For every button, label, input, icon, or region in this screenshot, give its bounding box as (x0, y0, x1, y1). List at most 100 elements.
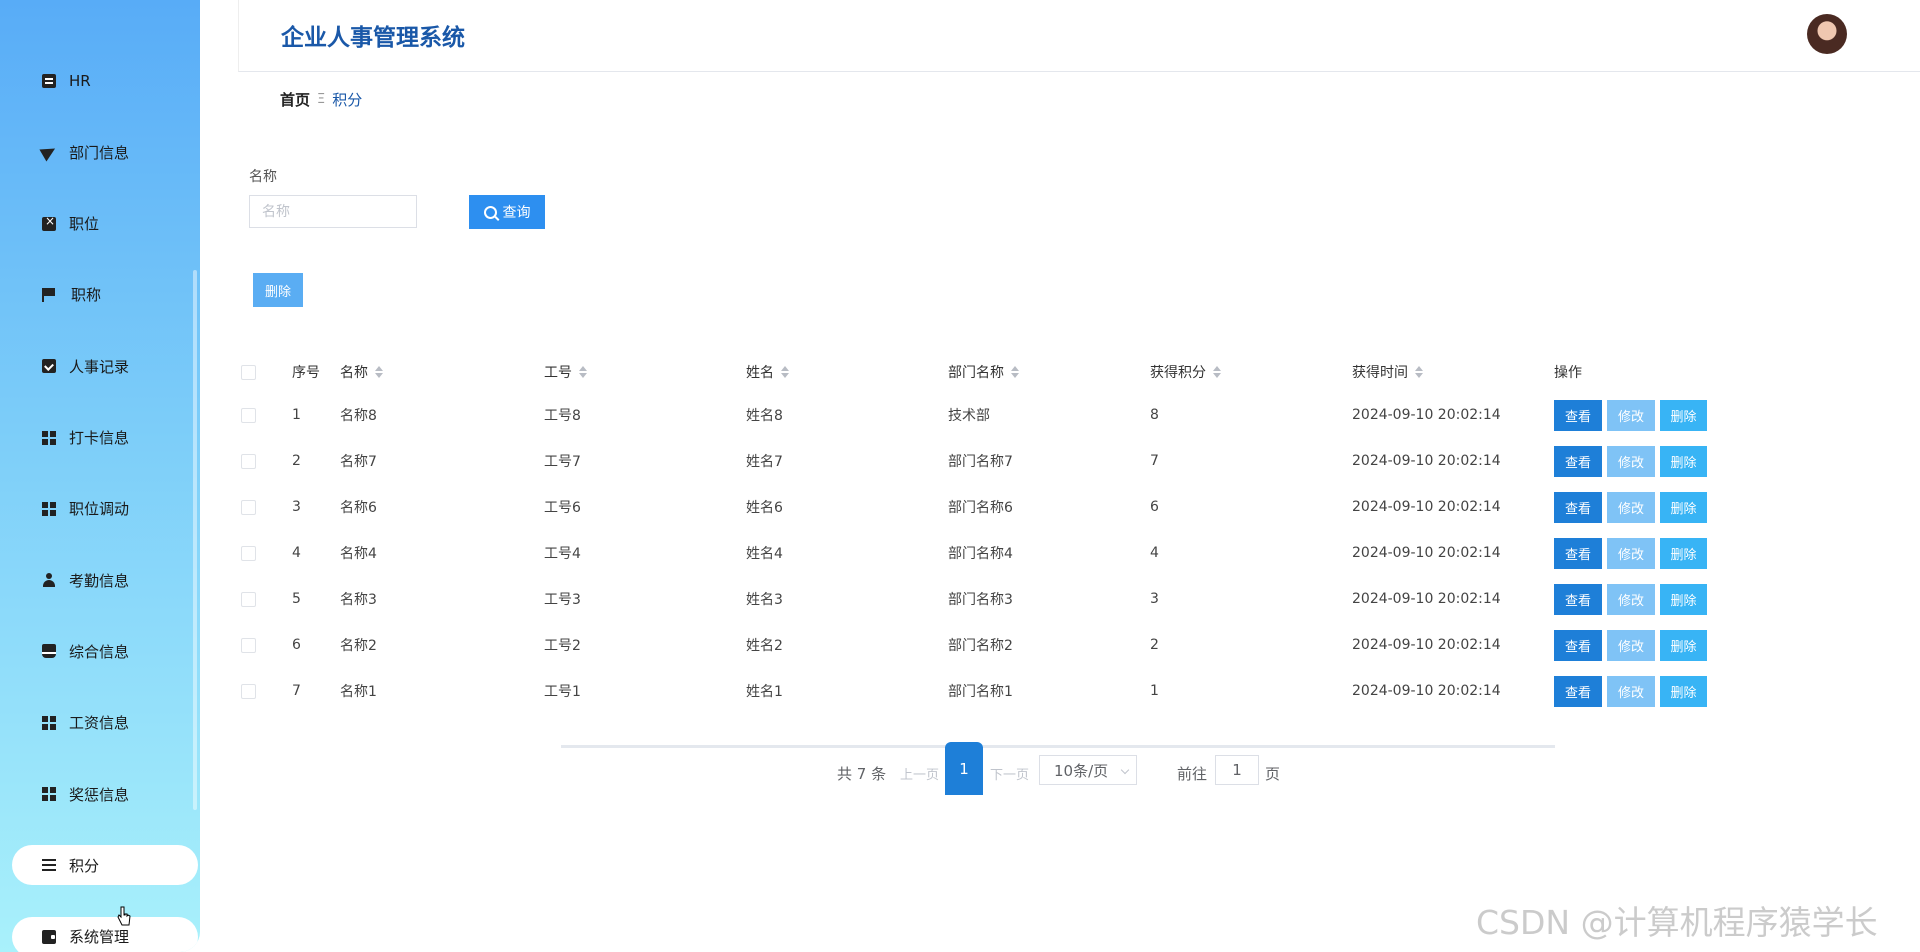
cell-person: 姓名6 (746, 500, 783, 516)
cell-points: 1 (1150, 683, 1159, 699)
view-button[interactable]: 查看 (1554, 399, 1602, 431)
pagination-page-current[interactable]: 1 (945, 742, 983, 795)
cell-index: 7 (292, 683, 301, 699)
sidebar-item-label: 人事记录 (69, 357, 130, 376)
row-checkbox[interactable] (241, 453, 256, 469)
cell-job-no: 工号6 (544, 500, 581, 516)
edit-button[interactable]: 修改 (1607, 675, 1655, 707)
table-row: 2 名称7 工号7 姓名7 部门名称7 7 2024-09-10 20:02:14 查看 修改删… (241, 438, 1741, 484)
cell-points: 4 (1150, 545, 1159, 561)
edit-button[interactable]: 修改 (1607, 583, 1655, 615)
sort-icon[interactable] (781, 366, 789, 378)
sidebar-item[interactable]: 综合信息 (12, 631, 198, 671)
select-all-checkbox[interactable] (241, 364, 256, 380)
goto-page-input[interactable]: 1 (1215, 755, 1259, 785)
cell-dept: 部门名称1 (948, 684, 1013, 700)
view-button[interactable]: 查看 (1554, 491, 1602, 523)
delete-button[interactable]: 删除 (1660, 583, 1707, 615)
goto-page-suffix: 页 (1265, 765, 1281, 783)
edit-button[interactable]: 修改 (1607, 399, 1655, 431)
query-button-label: 查询 (502, 205, 531, 221)
header-time[interactable]: 获得时间 (1352, 352, 1423, 392)
edit-button[interactable]: 修改 (1607, 537, 1655, 569)
sidebar-item[interactable]: 职位调动 (12, 489, 198, 529)
view-button[interactable]: 查看 (1554, 583, 1602, 615)
page-size-select[interactable]: 10条/页 (1039, 755, 1137, 785)
sidebar-item[interactable]: HR (12, 61, 198, 101)
header-job-no[interactable]: 工号 (544, 352, 587, 392)
sidebar-item-label: 职位调动 (69, 500, 130, 519)
delete-button[interactable]: 删除 (1660, 491, 1707, 523)
view-button[interactable]: 查看 (1554, 629, 1602, 661)
cell-person: 姓名1 (746, 684, 783, 700)
cell-person: 姓名8 (746, 408, 783, 424)
view-button[interactable]: 查看 (1554, 537, 1602, 569)
sort-icon[interactable] (579, 366, 587, 378)
row-checkbox[interactable] (241, 683, 256, 699)
sidebar-item[interactable]: 职位 (12, 204, 198, 244)
breadcrumb-separator-icon: Ξ (317, 92, 326, 107)
header-points-label: 获得积分 (1150, 365, 1206, 381)
sidebar-item-label: 打卡信息 (69, 429, 130, 447)
sidebar-item[interactable]: 积分 (12, 845, 198, 886)
sidebar-item[interactable]: 打卡信息 (12, 418, 198, 458)
cell-time: 2024-09-10 20:02:14 (1352, 453, 1501, 469)
search-label: 名称 (249, 169, 277, 185)
sidebar-item[interactable]: 部门信息 (12, 132, 198, 172)
cell-index: 4 (292, 545, 301, 561)
goto-label: 前往 (1177, 765, 1208, 783)
top-header: 企业人事管理系统 (238, 0, 1920, 72)
cell-dept: 部门名称3 (948, 592, 1013, 608)
view-button[interactable]: 查看 (1554, 675, 1602, 707)
sidebar-item-label: 工资信息 (69, 714, 130, 733)
cell-ops: 查看 修改 删除 (1554, 622, 1712, 668)
header-name[interactable]: 名称 (340, 352, 383, 392)
delete-button[interactable]: 删除 (1660, 445, 1707, 477)
cell-name: 名称1 (340, 684, 377, 700)
row-checkbox[interactable] (241, 545, 256, 561)
clipboard-check-icon (42, 359, 56, 374)
sort-icon[interactable] (375, 366, 383, 378)
inbox-icon (42, 644, 56, 659)
pagination-prev-button[interactable]: 上一页 (900, 764, 939, 783)
batch-delete-button[interactable]: 删除 (253, 273, 303, 307)
table-row: 3 名称6 工号6 姓名6 部门名称6 6 2024-09-10 20:02:14 查看 修改删… (241, 484, 1741, 530)
header-dept[interactable]: 部门名称 (948, 352, 1019, 392)
delete-button[interactable]: 删除 (1660, 537, 1707, 569)
sidebar-scrollbar[interactable] (193, 270, 197, 810)
sort-icon[interactable] (1011, 366, 1019, 378)
sidebar-item-label: HR (69, 72, 91, 90)
header-dept-label: 部门名称 (948, 365, 1004, 381)
delete-button[interactable]: 删除 (1660, 675, 1707, 707)
row-checkbox[interactable] (241, 591, 256, 607)
sidebar-item[interactable]: 工资信息 (12, 703, 198, 743)
delete-button[interactable]: 删除 (1660, 399, 1707, 431)
sidebar-item[interactable]: 职称 (12, 275, 198, 315)
table-body: 1 名称8 工号8 姓名8 技术部 8 2024-09-10 20:02:14 查看 修改 删除 2… (241, 392, 1741, 714)
delete-button[interactable]: 删除 (1660, 629, 1707, 661)
edit-button[interactable]: 修改 (1607, 629, 1655, 661)
cell-time: 2024-09-10 20:02:14 (1352, 545, 1501, 561)
sidebar-item[interactable]: 考勤信息 (12, 560, 198, 600)
user-avatar[interactable] (1807, 14, 1847, 54)
cell-index: 5 (292, 591, 301, 607)
user-icon (42, 573, 56, 588)
breadcrumb-home[interactable]: 首页 (280, 89, 310, 110)
sort-icon[interactable] (1415, 366, 1423, 378)
sidebar-item[interactable]: 系统管理 (12, 916, 198, 952)
search-input[interactable] (249, 195, 417, 228)
row-checkbox[interactable] (241, 499, 256, 515)
header-points[interactable]: 获得积分 (1150, 352, 1221, 392)
sidebar-item[interactable]: 人事记录 (12, 346, 198, 386)
sort-icon[interactable] (1213, 366, 1221, 378)
pagination-next-button[interactable]: 下一页 (990, 764, 1029, 783)
row-checkbox[interactable] (241, 637, 256, 653)
query-button[interactable]: 查询 (469, 195, 545, 229)
edit-button[interactable]: 修改 (1607, 445, 1655, 477)
row-checkbox[interactable] (241, 407, 256, 423)
grid-icon (42, 501, 56, 516)
edit-button[interactable]: 修改 (1607, 491, 1655, 523)
header-person[interactable]: 姓名 (746, 352, 789, 392)
view-button[interactable]: 查看 (1554, 445, 1602, 477)
cell-time: 2024-09-10 20:02:14 (1352, 499, 1501, 515)
